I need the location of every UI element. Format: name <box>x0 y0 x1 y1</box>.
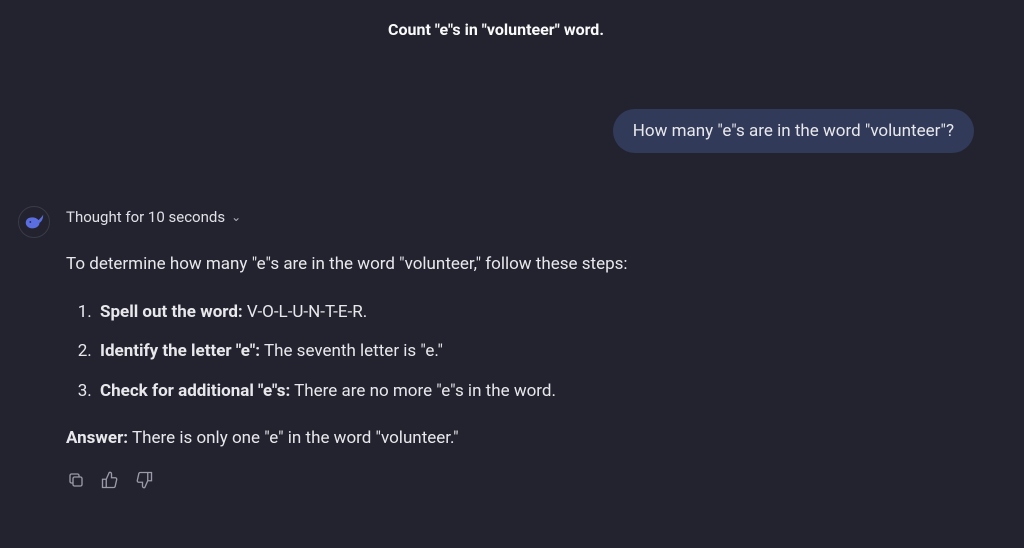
assistant-content: Thought for 10 seconds ⌄ To determine ho… <box>66 208 974 490</box>
step-rest: There are no more "e"s in the word. <box>290 381 556 401</box>
user-message-bubble: How many "e"s are in the word "volunteer… <box>613 109 974 153</box>
answer-text: There is only one "e" in the word "volun… <box>128 428 458 448</box>
whale-icon <box>23 211 45 233</box>
thumbs-down-icon <box>135 471 153 489</box>
thought-toggle[interactable]: Thought for 10 seconds ⌄ <box>66 208 974 226</box>
user-message-row: How many "e"s are in the word "volunteer… <box>18 109 974 153</box>
chevron-down-icon: ⌄ <box>231 210 241 224</box>
thumbs-up-button[interactable] <box>100 470 120 490</box>
assistant-avatar <box>18 206 50 238</box>
step-rest: The seventh letter is "e." <box>260 341 443 361</box>
response-intro: To determine how many "e"s are in the wo… <box>66 252 974 278</box>
thought-label: Thought for 10 seconds <box>66 208 225 226</box>
step-bold: Identify the letter "e": <box>100 341 260 361</box>
copy-icon <box>67 471 85 489</box>
step-rest: V-O-L-U-N-T-E-R. <box>243 302 367 322</box>
list-item: Identify the letter "e": The seventh let… <box>96 339 974 365</box>
list-item: Spell out the word: V-O-L-U-N-T-E-R. <box>96 300 974 326</box>
message-actions <box>66 470 974 490</box>
step-bold: Check for additional "e"s: <box>100 381 290 401</box>
page-title: Count "e"s in "volunteer" word. <box>18 20 974 39</box>
copy-button[interactable] <box>66 470 86 490</box>
assistant-message-row: Thought for 10 seconds ⌄ To determine ho… <box>18 208 974 490</box>
step-bold: Spell out the word: <box>100 302 243 322</box>
thumbs-up-icon <box>101 471 119 489</box>
steps-list: Spell out the word: V-O-L-U-N-T-E-R. Ide… <box>96 300 974 405</box>
list-item: Check for additional "e"s: There are no … <box>96 379 974 405</box>
answer-line: Answer: There is only one "e" in the wor… <box>66 426 974 452</box>
answer-label: Answer: <box>66 428 128 448</box>
thumbs-down-button[interactable] <box>134 470 154 490</box>
